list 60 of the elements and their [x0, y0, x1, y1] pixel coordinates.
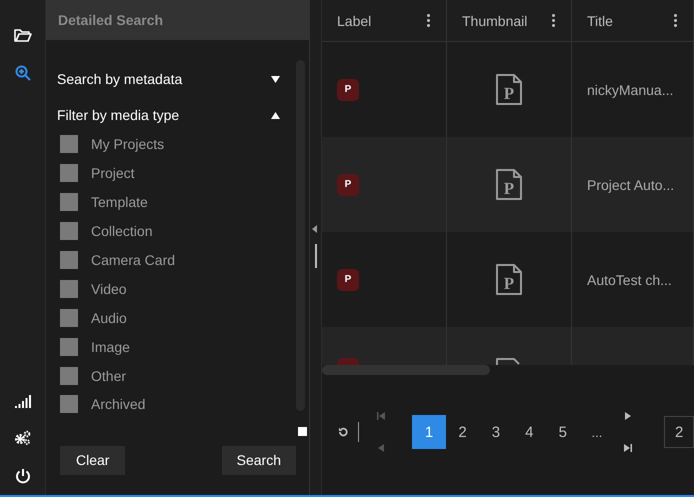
kebab-menu-icon[interactable] [674, 14, 677, 27]
checkbox-label: Template [91, 194, 148, 210]
checkbox-label: Archived [91, 396, 146, 412]
checkbox[interactable] [60, 135, 78, 154]
clear-button[interactable]: Clear [60, 446, 126, 475]
last-page-icon[interactable] [624, 444, 632, 452]
project-badge: P [337, 268, 359, 290]
column-header[interactable]: Thumbnail [447, 0, 572, 41]
splitter-handle[interactable] [315, 244, 317, 268]
page-button[interactable]: 2 [446, 415, 480, 450]
column-header[interactable]: Title [572, 0, 694, 41]
project-badge [337, 358, 359, 365]
checkbox-label: Audio [91, 310, 127, 326]
kebab-menu-icon[interactable] [427, 14, 430, 27]
document-icon [496, 358, 522, 365]
checkbox-label: Image [91, 338, 130, 355]
checkbox[interactable] [60, 280, 78, 298]
power-icon[interactable] [14, 468, 30, 484]
checkbox-label: My Projects [91, 136, 164, 152]
page-ellipsis: ... [591, 424, 602, 440]
project-badge: P [337, 78, 359, 100]
checkbox[interactable] [60, 251, 78, 269]
checkbox-label: Video [91, 280, 127, 297]
checkbox[interactable] [60, 395, 78, 414]
table-row[interactable]: P P Project Auto... [322, 137, 694, 232]
checkbox-label: Project [91, 165, 135, 182]
page-button[interactable]: 1 [412, 415, 446, 450]
project-badge: P [337, 174, 359, 196]
checkbox-label: Other [91, 368, 126, 384]
section-header[interactable]: Search by metadata [57, 68, 296, 90]
table-cell: AutoTest ch... [587, 272, 672, 288]
checkbox[interactable] [60, 164, 78, 182]
search-button[interactable]: Search [222, 446, 296, 475]
settings-icon[interactable] [14, 430, 31, 446]
checkbox[interactable] [60, 366, 78, 385]
collapse-arrow-icon[interactable] [312, 225, 317, 233]
checkbox[interactable] [60, 308, 78, 327]
checkbox-label: Collection [91, 223, 152, 240]
zoom-in-icon[interactable] [14, 65, 30, 81]
section-header[interactable]: Filter by media type [57, 104, 296, 126]
folder-icon[interactable] [14, 28, 32, 43]
checkbox[interactable] [60, 338, 78, 356]
previous-page-icon[interactable] [378, 444, 384, 452]
horizontal-scrollbar[interactable] [322, 365, 490, 375]
page-button[interactable]: 5 [546, 415, 580, 450]
table-cell: nickyManua... [587, 82, 674, 98]
page-jump-field[interactable]: 2 [664, 416, 694, 448]
table-cell: Project Auto... [587, 176, 674, 192]
signal-bars-icon[interactable] [14, 394, 30, 408]
checkbox-label: Camera Card [91, 252, 176, 268]
kebab-menu-icon[interactable] [552, 14, 555, 27]
refresh-icon[interactable] [338, 427, 349, 438]
checkbox[interactable] [60, 222, 78, 240]
checkbox[interactable] [60, 193, 78, 212]
page-button[interactable]: 3 [479, 415, 513, 450]
column-header[interactable]: Label [322, 0, 447, 41]
panel-title: Detailed Search [58, 12, 164, 28]
resize-grip[interactable] [298, 426, 307, 436]
page-button[interactable]: 4 [512, 415, 546, 450]
next-page-icon[interactable] [625, 412, 632, 420]
